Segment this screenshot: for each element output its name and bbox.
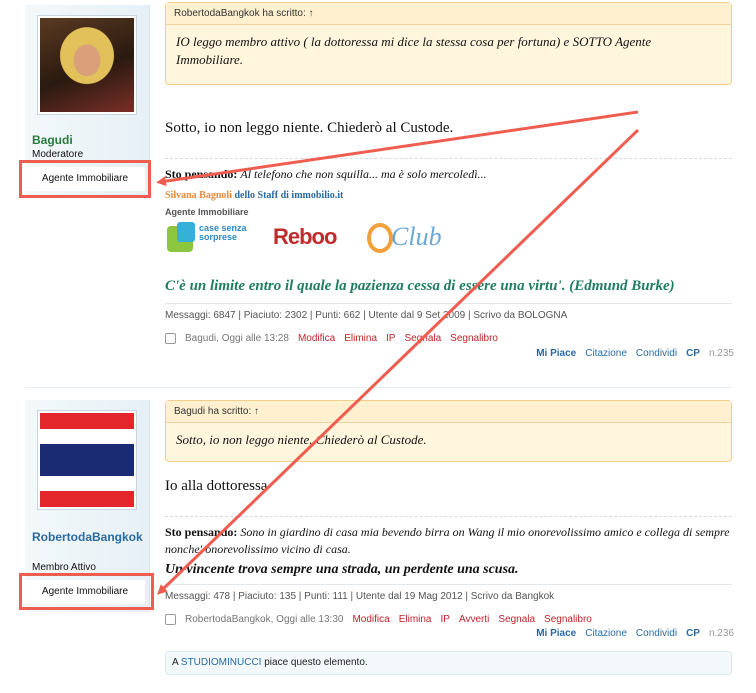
user-title: Membro Attivo	[32, 562, 96, 573]
select-checkbox[interactable]	[165, 614, 176, 625]
quote-block: Bagudi ha scritto: ↑ Sotto, io non leggo…	[165, 400, 732, 462]
post-actions: RobertodaBangkok, Oggi alle 13:30 Modifi…	[165, 614, 592, 625]
cp-link[interactable]: CP	[686, 628, 700, 639]
stats-divider	[165, 584, 732, 585]
status-text: Sono in giardino di casa mia bevendo bir…	[165, 525, 730, 556]
bookmark-link[interactable]: Segnalibro	[450, 333, 498, 344]
stats-divider	[165, 303, 732, 304]
signature-divider	[165, 158, 732, 159]
reboo-logo[interactable]: Reboo	[273, 224, 337, 250]
likes-suffix: piace questo elemento.	[264, 657, 368, 668]
quote-link[interactable]: Citazione	[585, 628, 627, 639]
message-text: Io alla dottoressa	[165, 478, 268, 494]
post-links: Mi Piace Citazione Condividi CP n.236	[536, 628, 734, 639]
report-link[interactable]: Segnala	[404, 333, 441, 344]
post-actions: Bagudi, Oggi alle 13:28 Modifica Elimina…	[165, 333, 498, 344]
thai-flag-icon	[40, 413, 134, 508]
quote-author[interactable]: Bagudi ha scritto: ↑	[166, 401, 731, 423]
edit-link[interactable]: Modifica	[298, 333, 335, 344]
username-link[interactable]: Bagudi	[32, 133, 144, 147]
quote-author[interactable]: RobertodaBangkok ha scritto: ↑	[166, 3, 731, 25]
club-logo-text: Club	[391, 222, 442, 251]
ip-link[interactable]: IP	[441, 614, 450, 625]
staff-rest[interactable]: dello Staff di immobilio.it	[234, 190, 343, 201]
signature-motto: C'è un limite entro il quale la pazienza…	[165, 278, 675, 294]
post-235: Bagudi Moderatore Agente Immobiliare Rob…	[0, 0, 756, 370]
staff-line: Silvana Bagnoli dello Staff di immobilio…	[165, 190, 343, 201]
select-checkbox[interactable]	[165, 333, 176, 344]
likes-prefix: A	[172, 657, 179, 668]
warn-link[interactable]: Avverti	[459, 614, 489, 625]
post-divider	[25, 387, 732, 388]
role-badge: Agente Immobiliare	[25, 167, 145, 191]
club-face-icon	[367, 223, 393, 253]
post-number[interactable]: n.236	[709, 628, 734, 639]
avatar[interactable]	[37, 410, 137, 510]
likes-summary: A STUDIOMINUCCI piace questo elemento.	[165, 651, 732, 675]
like-link[interactable]: Mi Piace	[536, 348, 576, 359]
quote-text: Sotto, io non leggo niente. Chiederò al …	[176, 432, 427, 447]
quote-link[interactable]: Citazione	[585, 348, 627, 359]
user-stats: Messaggi: 478 | Piaciuto: 135 | Punti: 1…	[165, 591, 555, 602]
bookmark-link[interactable]: Segnalibro	[544, 614, 592, 625]
post-meta[interactable]: Bagudi, Oggi alle 13:28	[185, 333, 289, 344]
user-photo	[40, 18, 134, 112]
status-line: Sto pensando: Al telefono che non squill…	[165, 166, 732, 183]
edit-link[interactable]: Modifica	[352, 614, 389, 625]
role-badge: Agente Immobiliare	[25, 580, 145, 604]
post-number[interactable]: n.235	[709, 348, 734, 359]
cp-link[interactable]: CP	[686, 348, 700, 359]
like-link[interactable]: Mi Piace	[536, 628, 576, 639]
delete-link[interactable]: Elimina	[344, 333, 377, 344]
logo-square-icon	[177, 222, 195, 242]
avatar[interactable]	[37, 15, 137, 115]
logo-text: case senza sorprese	[199, 223, 247, 242]
quote-block: RobertodaBangkok ha scritto: ↑ IO leggo …	[165, 2, 732, 85]
quote-text: IO leggo membro attivo ( la dottoressa m…	[176, 34, 652, 67]
user-title: Moderatore	[32, 149, 84, 160]
status-label: Sto pensando:	[165, 167, 238, 181]
message-text: Sotto, io non leggo niente. Chiederò al …	[165, 120, 454, 136]
case-senza-sorprese-logo[interactable]: case senza sorprese	[167, 222, 263, 254]
username-link[interactable]: RobertodaBangkok	[32, 530, 144, 544]
delete-link[interactable]: Elimina	[399, 614, 432, 625]
ip-link[interactable]: IP	[386, 333, 395, 344]
club-logo[interactable]: Club	[365, 220, 445, 256]
share-link[interactable]: Condividi	[636, 348, 677, 359]
signature-motto: Un vincente trova sempre una strada, un …	[165, 562, 519, 577]
status-line: Sto pensando: Sono in giardino di casa m…	[165, 524, 732, 558]
agent-label: Agente Immobiliare	[165, 207, 249, 217]
signature-divider	[165, 516, 732, 517]
signature-logos: case senza sorprese Reboo Club	[165, 220, 455, 256]
user-stats: Messaggi: 6847 | Piaciuto: 2302 | Punti:…	[165, 310, 568, 321]
liker-link[interactable]: STUDIOMINUCCI	[181, 657, 262, 668]
status-text: Al telefono che non squilla... ma è solo…	[240, 167, 487, 181]
share-link[interactable]: Condividi	[636, 628, 677, 639]
post-links: Mi Piace Citazione Condividi CP n.235	[536, 348, 734, 359]
staff-name[interactable]: Silvana Bagnoli	[165, 190, 232, 201]
report-link[interactable]: Segnala	[498, 614, 535, 625]
post-meta[interactable]: RobertodaBangkok, Oggi alle 13:30	[185, 614, 343, 625]
status-label: Sto pensando:	[165, 525, 238, 539]
